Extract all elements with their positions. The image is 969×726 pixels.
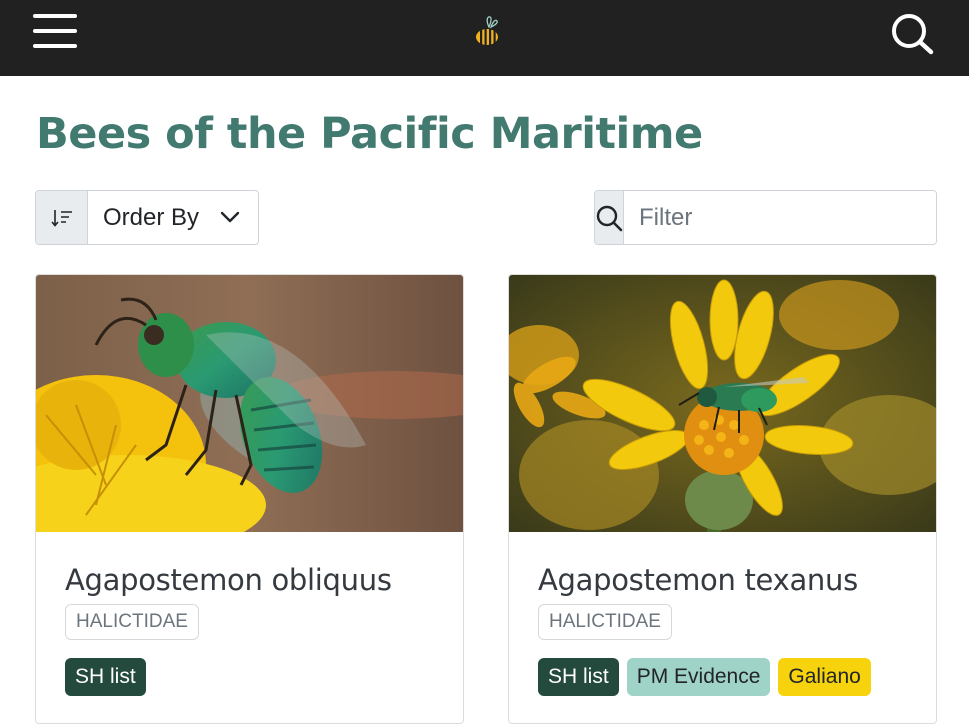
bee-logo-icon[interactable]	[472, 13, 504, 47]
species-card[interactable]: Agapostemon obliquus HALICTIDAE SH list	[35, 274, 464, 724]
sort-descending-icon	[50, 209, 72, 227]
search-icon[interactable]	[890, 13, 934, 55]
chevron-down-icon	[220, 211, 240, 223]
bee-photo-image	[509, 275, 936, 532]
tag-galiano: Galiano	[778, 658, 871, 696]
order-by-label: Order By	[103, 203, 200, 231]
family-badge: HALICTIDAE	[538, 604, 672, 640]
bee-photo-image	[36, 275, 463, 532]
species-name[interactable]: Agapostemon obliquus	[65, 562, 392, 598]
species-name[interactable]: Agapostemon texanus	[538, 562, 858, 598]
search-icon	[596, 205, 623, 231]
page-title: Bees of the Pacific Maritime	[36, 109, 703, 159]
tag-list: SH list	[65, 658, 146, 696]
sort-icon-box[interactable]	[36, 191, 88, 244]
filter-search-icon-box[interactable]	[595, 191, 624, 244]
hamburger-menu-icon[interactable]	[32, 13, 80, 51]
species-card[interactable]: Agapostemon texanus HALICTIDAE SH list P…	[508, 274, 937, 724]
tag-pm-evidence: PM Evidence	[626, 658, 771, 696]
filter-input[interactable]	[624, 191, 936, 244]
filter-control	[594, 190, 937, 245]
order-by-select[interactable]: Order By	[88, 191, 258, 244]
order-by-control: Order By	[35, 190, 259, 245]
top-navbar	[0, 0, 969, 76]
family-badge: HALICTIDAE	[65, 604, 199, 640]
tag-sh-list: SH list	[538, 658, 619, 696]
card-body: Agapostemon obliquus HALICTIDAE SH list	[36, 532, 463, 723]
tag-sh-list: SH list	[65, 658, 146, 696]
tag-list: SH list PM Evidence Galiano	[538, 658, 871, 696]
card-body: Agapostemon texanus HALICTIDAE SH list P…	[509, 532, 936, 723]
